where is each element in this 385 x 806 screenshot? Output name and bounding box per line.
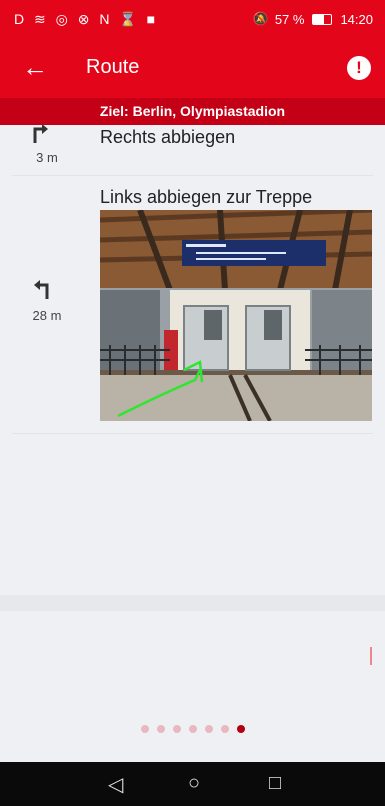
scroll-hint (370, 647, 372, 665)
page-dot[interactable] (204, 725, 213, 733)
step-distance: 28 m (32, 308, 62, 323)
page-dot[interactable] (188, 725, 197, 733)
turn-right-icon (32, 125, 50, 149)
divider (12, 433, 373, 434)
step-instruction: Rechts abbiegen (100, 127, 236, 147)
step-distance: 3 m (36, 150, 58, 165)
battery-percent: 57 % (274, 11, 305, 27)
page-dot[interactable] (220, 725, 229, 733)
destination-banner: Ziel: Berlin, Olympiastadion (0, 98, 385, 125)
mute-icon: 🔕 (252, 11, 269, 26)
station-photo (100, 210, 372, 421)
status-right: 🔕 57 % 14:20 (253, 11, 373, 27)
page-dot-active[interactable] (236, 725, 245, 733)
status-icons: D ≋ ◎ ⊗ N ⌛ ■ (14, 11, 159, 27)
background-band (0, 595, 385, 611)
route-step: Links abbiegen zur Treppe 28 m (0, 175, 385, 435)
pagination-dots (0, 720, 385, 738)
route-steps[interactable]: 3 m Rechts abbiegen Links abbiegen zur T… (0, 125, 385, 762)
page-title: Route (86, 56, 140, 78)
back-arrow-icon[interactable]: ← (22, 52, 48, 82)
battery-icon (312, 13, 333, 25)
alert-icon[interactable]: ! (347, 56, 371, 80)
step-instruction: Links abbiegen zur Treppe (100, 187, 313, 207)
route-step: 3 m Rechts abbiegen (0, 125, 385, 177)
app-bar: ← Route ! (0, 40, 385, 98)
status-bar: D ≋ ◎ ⊗ N ⌛ ■ 🔕 57 % 14:20 (0, 0, 385, 40)
clock: 14:20 (340, 11, 373, 27)
nav-recents-icon[interactable]: □ (269, 772, 281, 795)
turn-left-icon (32, 279, 50, 305)
nav-home-icon[interactable]: ○ (188, 772, 200, 795)
nav-back-icon[interactable]: ◁ (108, 772, 123, 797)
page-dot[interactable] (156, 725, 165, 733)
page-dot[interactable] (140, 725, 149, 733)
system-nav-bar: ◁ ○ □ (0, 762, 385, 806)
page-dot[interactable] (172, 725, 181, 733)
